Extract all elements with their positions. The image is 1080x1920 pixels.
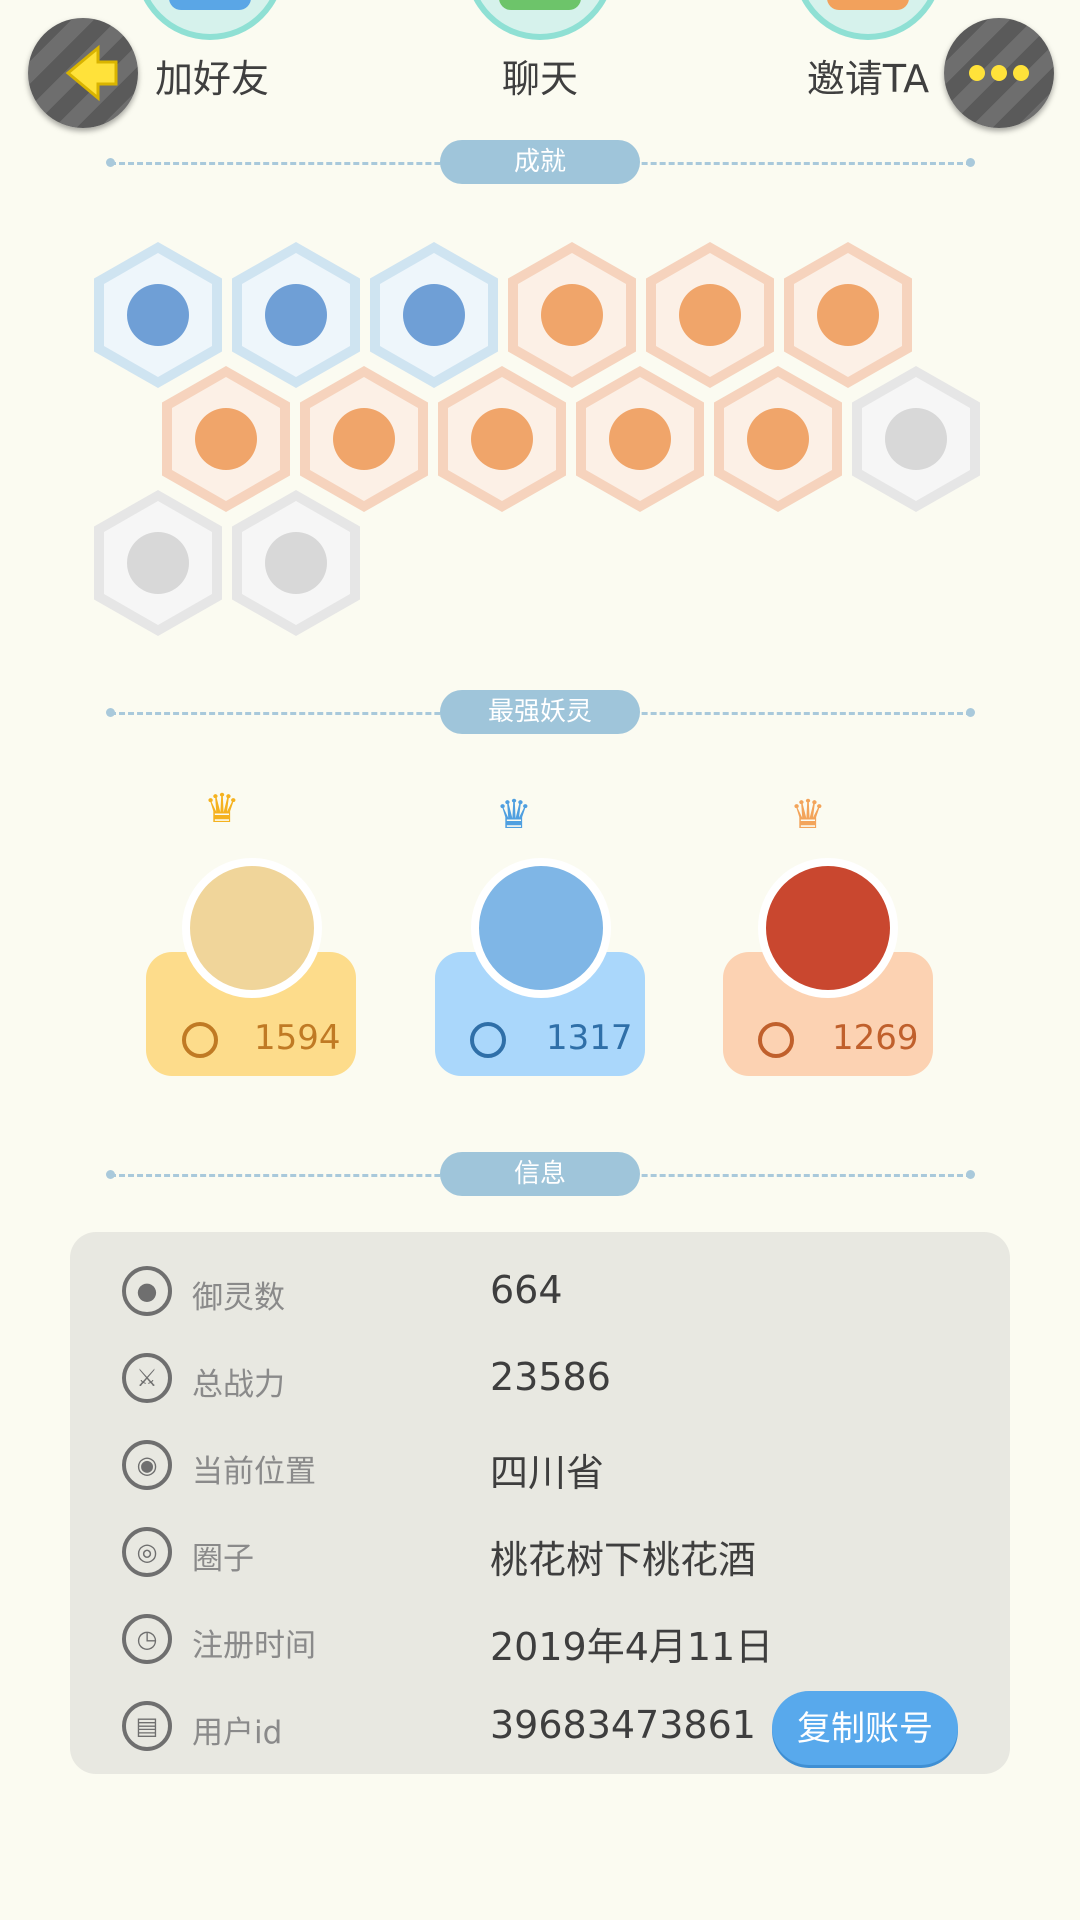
spirit-count-icon: ● (122, 1266, 172, 1316)
spirit-figure-badge-icon[interactable] (438, 366, 566, 512)
sword-icon (758, 1022, 794, 1058)
chat-icon (499, 0, 581, 10)
info-value: 2019年4月11日 (490, 1625, 774, 1669)
info-panel: ● 御灵数 664 ⚔ 总战力 23586 ◉ 当前位置 四川省 ◎ 圈子 桃花… (70, 1232, 1010, 1774)
yin-yang-swirl-badge-icon[interactable] (300, 366, 428, 512)
spirits-title: 最强妖灵 (440, 690, 640, 734)
spirit-avatar-2[interactable] (471, 858, 611, 998)
info-label: 当前位置 (192, 1454, 316, 1490)
copy-account-button[interactable]: 复制账号 (772, 1691, 958, 1765)
info-label: 御灵数 (192, 1280, 285, 1316)
info-value[interactable]: 桃花树下桃花酒 (490, 1529, 756, 1584)
info-value: 四川省 (490, 1451, 605, 1495)
chat-button[interactable] (465, 0, 615, 40)
cart-badge-icon[interactable] (576, 366, 704, 512)
spirit-power-1: 1594 (254, 1018, 341, 1058)
info-value: 664 (490, 1268, 563, 1312)
info-row-register-date: ◷ 注册时间 2019年4月11日 (70, 1600, 1010, 1687)
egg-badge-icon[interactable] (162, 366, 290, 512)
cat-jump-badge-icon[interactable] (370, 242, 498, 388)
fox-book-badge-icon[interactable] (232, 490, 360, 636)
id-card-icon: ▤ (122, 1701, 172, 1751)
divider-dot (966, 158, 975, 167)
invite-icon (827, 0, 909, 10)
info-row-spirit-count: ● 御灵数 664 (70, 1252, 1010, 1339)
sword-icon: ⚔ (122, 1353, 172, 1403)
divider-dot (966, 708, 975, 717)
info-label: 注册时间 (192, 1628, 316, 1664)
divider-dot (966, 1170, 975, 1179)
gold-crown-icon: ♛ (204, 786, 240, 832)
info-row-user-id: ▤ 用户id 39683473861 复制账号 (70, 1687, 1010, 1774)
target-badge-icon[interactable] (508, 242, 636, 388)
sword-icon (182, 1022, 218, 1058)
clock-icon: ◷ (122, 1614, 172, 1664)
info-value: 39683473861 (490, 1703, 756, 1747)
divider-dot (106, 1170, 115, 1179)
info-label: 总战力 (192, 1367, 285, 1403)
orange-crown-icon: ♛ (790, 792, 826, 838)
sneaker-badge-icon[interactable] (94, 242, 222, 388)
more-icon (969, 65, 1029, 81)
add-friend-icon (169, 0, 251, 10)
location-pin-icon: ◉ (122, 1440, 172, 1490)
moon-badge-icon[interactable] (646, 242, 774, 388)
shield-badge-icon[interactable] (94, 490, 222, 636)
yin-yang-box-badge-icon[interactable] (714, 366, 842, 512)
chat-label[interactable]: 聊天 (430, 48, 650, 103)
info-value: 23586 (490, 1355, 611, 1399)
info-row-location: ◉ 当前位置 四川省 (70, 1426, 1010, 1513)
info-label: 用户id (192, 1715, 283, 1751)
more-button[interactable] (944, 18, 1054, 128)
add-friend-button[interactable] (135, 0, 285, 40)
circle-group-icon: ◎ (122, 1527, 172, 1577)
blue-crown-icon: ♛ (496, 792, 532, 838)
back-button[interactable] (28, 18, 138, 128)
back-arrow-icon (65, 44, 118, 102)
divider-dot (106, 158, 115, 167)
info-row-circle: ◎ 圈子 桃花树下桃花酒 (70, 1513, 1010, 1600)
info-row-total-power: ⚔ 总战力 23586 (70, 1339, 1010, 1426)
info-label: 圈子 (192, 1541, 254, 1577)
invite-button[interactable] (793, 0, 943, 40)
cat-face-badge-icon[interactable] (232, 242, 360, 388)
info-title: 信息 (440, 1152, 640, 1196)
spirit-avatar-3[interactable] (758, 858, 898, 998)
spirit-avatar-1[interactable] (182, 858, 322, 998)
spirit-power-3: 1269 (832, 1018, 919, 1058)
dragon-badge-icon[interactable] (852, 366, 980, 512)
sword-icon (470, 1022, 506, 1058)
achievements-title: 成就 (440, 140, 640, 184)
divider-dot (106, 708, 115, 717)
orb-badge-icon[interactable] (784, 242, 912, 388)
spirit-power-2: 1317 (546, 1018, 633, 1058)
